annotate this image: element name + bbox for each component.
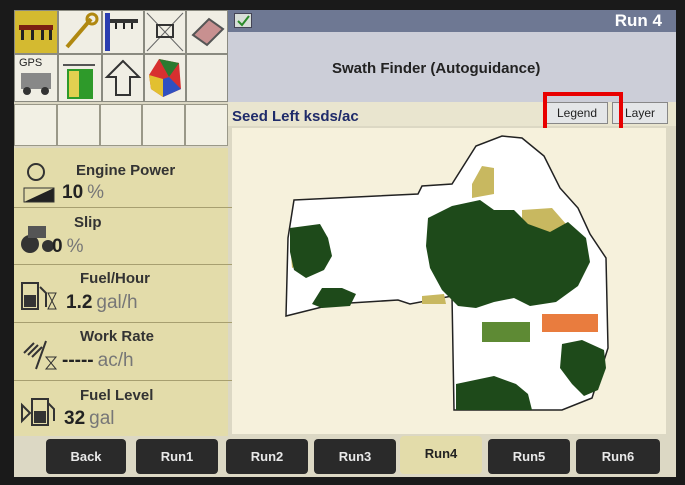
implement-icon[interactable] bbox=[14, 10, 58, 54]
tab-run2[interactable]: Run2 bbox=[226, 439, 308, 474]
empty-slot[interactable] bbox=[99, 104, 143, 146]
work-rate-stat[interactable]: Work Rate ----- ac/h bbox=[14, 323, 236, 381]
field-map-canvas bbox=[285, 135, 609, 411]
tab-run5[interactable]: Run5 bbox=[488, 439, 570, 474]
toolbar-icon-grid: GPS bbox=[14, 10, 228, 102]
engine-power-stat[interactable]: Engine Power 10% bbox=[14, 148, 236, 208]
fuel-hour-label: Fuel/Hour bbox=[80, 270, 150, 287]
up-arrow-icon[interactable] bbox=[102, 54, 144, 102]
engine-power-value: 10% bbox=[62, 182, 105, 203]
work-rate-value: ----- ac/h bbox=[62, 350, 134, 371]
slip-icon bbox=[21, 226, 54, 253]
fuel-level-icon bbox=[21, 398, 55, 426]
stats-panel: Engine Power 10% Slip 0% Fuel/Hour 1.2 ga… bbox=[14, 148, 236, 438]
field-map-icon[interactable] bbox=[144, 54, 186, 102]
work-rate-label: Work Rate bbox=[80, 328, 154, 345]
fuel-level-label: Fuel Level bbox=[80, 387, 154, 404]
tab-run4[interactable]: Run4 bbox=[400, 436, 482, 474]
empty-slot[interactable] bbox=[185, 104, 228, 146]
engine-power-icon bbox=[23, 163, 55, 203]
guidance-icon[interactable] bbox=[58, 54, 102, 102]
empty-slot[interactable] bbox=[14, 104, 57, 146]
empty-button-row bbox=[14, 104, 228, 146]
book-icon[interactable] bbox=[186, 10, 228, 54]
medium-green-zone bbox=[482, 322, 530, 342]
tab-run6[interactable]: Run6 bbox=[576, 439, 660, 474]
tab-bar: Back Run1 Run2 Run3 Run4 Run5 Run6 bbox=[14, 436, 676, 477]
title-bar: Run 4 bbox=[228, 10, 676, 32]
empty-slot bbox=[186, 54, 228, 102]
fuel-hour-value: 1.2 gal/h bbox=[66, 292, 138, 313]
layer-title: Seed Left ksds/ac bbox=[232, 108, 359, 125]
tab-run1[interactable]: Run1 bbox=[136, 439, 218, 474]
fuel-hour-icon bbox=[21, 282, 57, 310]
empty-slot[interactable] bbox=[142, 104, 186, 146]
empty-slot[interactable] bbox=[56, 104, 100, 146]
checkmark-icon[interactable] bbox=[234, 13, 252, 28]
engine-power-label: Engine Power bbox=[76, 162, 176, 179]
run-title: Run 4 bbox=[614, 11, 662, 30]
field-map[interactable] bbox=[232, 128, 666, 434]
work-rate-icon bbox=[23, 340, 58, 370]
gps-icon[interactable]: GPS bbox=[14, 54, 58, 102]
fuel-level-stat[interactable]: Fuel Level 32 gal bbox=[14, 381, 236, 438]
page-title: Swath Finder (Autoguidance) bbox=[332, 60, 541, 77]
wrench-icon[interactable] bbox=[58, 10, 102, 54]
tab-run3[interactable]: Run3 bbox=[314, 439, 396, 474]
fuel-hour-stat[interactable]: Fuel/Hour 1.2 gal/h bbox=[14, 265, 236, 323]
orange-zone bbox=[542, 314, 598, 332]
slip-stat[interactable]: Slip 0% bbox=[14, 208, 236, 265]
tab-back[interactable]: Back bbox=[46, 439, 126, 474]
fuel-level-value: 32 gal bbox=[64, 408, 115, 429]
slip-label: Slip bbox=[74, 214, 102, 231]
slip-value: 0% bbox=[52, 236, 84, 257]
sprayer-icon[interactable] bbox=[102, 10, 144, 54]
tractor-icon[interactable] bbox=[144, 10, 186, 54]
